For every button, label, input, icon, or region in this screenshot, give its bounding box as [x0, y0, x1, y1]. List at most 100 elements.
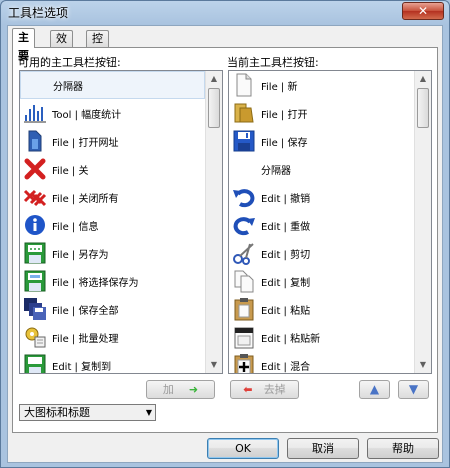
list-item-label: 分隔器 — [53, 81, 83, 93]
arrow-left-icon: ⬅ — [243, 383, 261, 396]
icon-size-select[interactable]: 大图标和标题 ▼ — [19, 404, 156, 421]
copy-icon — [232, 269, 256, 293]
scroll-up-button[interactable]: ▲ — [206, 71, 222, 87]
list-item-label: File | 保存全部 — [52, 305, 119, 317]
list-item[interactable]: File | 关闭所有 — [20, 183, 205, 211]
list-item[interactable]: File | 将选择保存为 — [20, 267, 205, 295]
list-item-label: File | 关闭所有 — [52, 193, 119, 205]
open-url-icon — [23, 129, 47, 153]
save-icon — [232, 129, 256, 153]
remove-button[interactable]: ⬅ 去掉 — [230, 380, 299, 399]
remove-button-label: 去掉 — [263, 383, 286, 396]
list-item-label: File | 批量处理 — [52, 333, 119, 345]
list-item-label: Tool | 幅度统计 — [52, 109, 122, 121]
list-item[interactable]: Edit | 混合 — [229, 351, 414, 373]
list-item-label: File | 将选择保存为 — [52, 277, 139, 289]
list-item[interactable]: Edit | 复制到 — [20, 351, 205, 373]
list-item[interactable]: Edit | 复制 — [229, 267, 414, 295]
list-item[interactable]: File | 保存全部 — [20, 295, 205, 323]
list-item-label: File | 关 — [52, 165, 89, 177]
save-selection-icon — [23, 269, 47, 293]
add-button-label: 加 — [162, 383, 174, 396]
batch-process-icon — [23, 325, 47, 349]
scroll-down-button[interactable]: ▼ — [206, 357, 222, 373]
list-item-label: Edit | 复制到 — [52, 361, 112, 373]
list-item[interactable]: File | 信息 — [20, 211, 205, 239]
current-buttons-label: 当前主工具栏按钮: — [227, 56, 319, 69]
available-scrollbar[interactable]: ▲ ▼ — [205, 71, 222, 373]
info-icon — [23, 213, 47, 237]
scroll-down-button[interactable]: ▼ — [415, 357, 431, 373]
title-bar[interactable]: 工具栏选项 ✕ — [1, 1, 449, 23]
save-all-icon — [23, 297, 47, 321]
close-button[interactable]: ✕ — [402, 2, 444, 20]
list-item-label: 分隔器 — [261, 165, 291, 177]
list-item[interactable]: 分隔器 — [20, 71, 205, 99]
tab-control[interactable]: 控制 — [86, 30, 109, 61]
paste-new-icon — [232, 325, 256, 349]
list-item[interactable]: File | 打开网址 — [20, 127, 205, 155]
list-item-label: File | 另存为 — [52, 249, 109, 261]
list-item-label: Edit | 重做 — [261, 221, 311, 233]
undo-icon — [232, 185, 256, 209]
list-item[interactable]: File | 批量处理 — [20, 323, 205, 351]
available-buttons-label: 可用的主工具栏按钮: — [18, 56, 121, 69]
list-item-label: File | 打开 — [261, 109, 308, 121]
icon-size-value: 大图标和标题 — [24, 406, 90, 419]
mix-icon — [232, 353, 256, 373]
save-as-icon — [23, 241, 47, 265]
list-item[interactable]: Edit | 重做 — [229, 211, 414, 239]
list-item-label: File | 打开网址 — [52, 137, 119, 149]
list-item[interactable]: Edit | 粘贴 — [229, 295, 414, 323]
list-item[interactable]: File | 新 — [229, 71, 414, 99]
dialog-client: 效果 控制 主要 可用的主工具栏按钮: 当前主工具栏按钮: 分隔器 Tool | … — [7, 25, 443, 463]
list-item[interactable]: Edit | 撤销 — [229, 183, 414, 211]
open-folder-icon — [232, 101, 256, 125]
list-item[interactable]: Tool | 幅度统计 — [20, 99, 205, 127]
tab-main[interactable]: 主要 — [12, 28, 35, 62]
dialog-window: 工具栏选项 ✕ 效果 控制 主要 可用的主工具栏按钮: 当前主工具栏按钮: 分隔… — [0, 0, 450, 468]
arrow-up-icon: ▲ — [369, 382, 380, 396]
new-file-icon — [232, 73, 256, 97]
list-item[interactable]: Edit | 剪切 — [229, 239, 414, 267]
current-scrollbar[interactable]: ▲ ▼ — [414, 71, 431, 373]
tab-panel-main: 可用的主工具栏按钮: 当前主工具栏按钮: 分隔器 Tool | 幅度统计 File … — [12, 47, 438, 433]
window-title: 工具栏选项 — [8, 6, 69, 20]
available-buttons-list[interactable]: 分隔器 Tool | 幅度统计 File | 打开网址 File | 关 File | … — [19, 70, 223, 374]
move-up-button[interactable]: ▲ — [359, 380, 390, 399]
chevron-down-icon: ▼ — [145, 408, 152, 417]
add-button[interactable]: 加 ➜ — [146, 380, 215, 399]
cancel-button[interactable]: 取消 — [287, 438, 359, 459]
list-item-label: File | 保存 — [261, 137, 308, 149]
list-item[interactable]: File | 关 — [20, 155, 205, 183]
scroll-up-button[interactable]: ▲ — [415, 71, 431, 87]
list-item[interactable]: 分隔器 — [229, 155, 414, 183]
list-item-label: Edit | 混合 — [261, 361, 311, 373]
redo-icon — [232, 213, 256, 237]
ok-button[interactable]: OK — [207, 438, 279, 459]
list-item[interactable]: File | 保存 — [229, 127, 414, 155]
scroll-thumb[interactable] — [208, 88, 220, 128]
list-item-label: File | 信息 — [52, 221, 99, 233]
move-down-button[interactable]: ▼ — [398, 380, 429, 399]
list-item-label: Edit | 粘贴新 — [261, 333, 321, 345]
list-item-label: Edit | 撤销 — [261, 193, 311, 205]
list-item-label: Edit | 粘贴 — [261, 305, 311, 317]
copy-to-icon — [23, 353, 47, 373]
arrow-right-icon: ➜ — [177, 383, 199, 396]
list-item[interactable]: File | 打开 — [229, 99, 414, 127]
list-item[interactable]: File | 另存为 — [20, 239, 205, 267]
tab-effects[interactable]: 效果 — [50, 30, 73, 61]
help-button[interactable]: 帮助 — [367, 438, 439, 459]
scroll-thumb[interactable] — [417, 88, 429, 128]
current-buttons-list[interactable]: File | 新 File | 打开 File | 保存 分隔器 Edit | 撤销 Ed… — [228, 70, 432, 374]
available-items: 分隔器 Tool | 幅度统计 File | 打开网址 File | 关 File | … — [20, 71, 205, 373]
list-item-label: Edit | 复制 — [261, 277, 311, 289]
list-item-label: Edit | 剪切 — [261, 249, 311, 261]
close-all-icon — [23, 185, 47, 209]
list-item[interactable]: Edit | 粘贴新 — [229, 323, 414, 351]
cut-icon — [232, 241, 256, 265]
paste-icon — [232, 297, 256, 321]
close-x-icon — [23, 157, 47, 181]
arrow-down-icon: ▼ — [408, 382, 419, 396]
